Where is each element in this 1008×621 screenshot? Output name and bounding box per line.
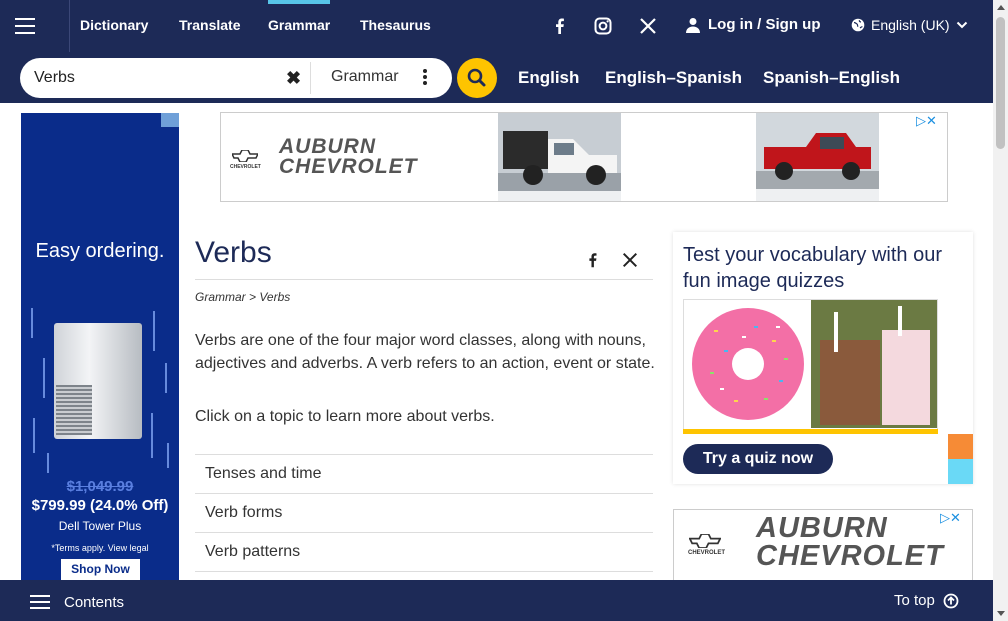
topic-verb-forms[interactable]: Verb forms <box>195 493 653 532</box>
prompt-paragraph: Click on a topic to learn more about ver… <box>195 408 495 425</box>
user-icon <box>686 17 700 33</box>
language-selector[interactable]: English (UK) <box>851 17 968 33</box>
title-divider <box>195 279 653 280</box>
search-button[interactable] <box>457 58 497 98</box>
side-ad-brand: CHEVROLET <box>688 550 726 556</box>
side-ad-dealer-line2: CHEVROLET <box>756 539 944 572</box>
bottom-bar: Contents To top <box>0 580 993 621</box>
intro-paragraph: Verbs are one of the four major word cla… <box>195 332 655 372</box>
contents-menu-icon <box>30 591 50 613</box>
feedback-tab-cyan[interactable] <box>948 459 973 484</box>
menu-icon[interactable] <box>0 0 70 52</box>
scroll-up-arrow-icon[interactable] <box>997 5 1005 10</box>
quiz-accent-bottom <box>683 429 938 434</box>
dict-link-english[interactable]: English <box>518 68 579 88</box>
share-x-icon[interactable] <box>621 251 639 269</box>
pickup-image <box>756 113 879 201</box>
search-input[interactable] <box>34 66 274 90</box>
contents-button[interactable]: Contents <box>30 591 124 613</box>
dictionary-select[interactable]: Grammar <box>331 68 399 86</box>
scrollbar[interactable] <box>993 0 1008 621</box>
to-top-button[interactable]: To top <box>894 592 959 609</box>
quiz-food-image <box>684 300 937 428</box>
page: Dictionary Translate Grammar Thesaurus L… <box>0 0 1008 621</box>
more-icon[interactable] <box>422 69 428 87</box>
scroll-thumb[interactable] <box>996 17 1005 149</box>
side-ad-dealer: AUBURN CHEVROLET <box>756 512 944 572</box>
side-ad-choices-icon[interactable]: ▷✕ <box>940 510 961 526</box>
contents-label: Contents <box>64 593 125 611</box>
nav-dictionary[interactable]: Dictionary <box>80 17 148 33</box>
scroll-down-arrow-icon[interactable] <box>997 611 1005 616</box>
login-link[interactable]: Log in / Sign up <box>686 16 820 33</box>
try-quiz-button[interactable]: Try a quiz now <box>683 444 833 474</box>
facebook-icon[interactable] <box>550 16 570 36</box>
language-label: English (UK) <box>871 17 950 33</box>
side-chevrolet-logo-icon <box>689 534 721 548</box>
chevron-down-icon <box>956 21 967 29</box>
ad-old-price: $1,049.99 <box>66 478 134 495</box>
search-icon <box>467 68 486 87</box>
banner-dealer-line2: CHEVROLET <box>279 154 418 178</box>
left-advert[interactable]: Easy ordering. $1,049.99 $799.99 (24.0% … <box>21 113 179 580</box>
search-bar: ✖ Grammar English English–Spanish Spanis… <box>0 52 993 103</box>
nav-active-indicator <box>268 0 330 4</box>
feedback-tab-orange[interactable] <box>948 434 973 459</box>
quiz-image[interactable] <box>683 299 938 434</box>
quiz-title: Test your vocabulary with our fun image … <box>683 244 943 292</box>
globe-icon <box>851 18 865 32</box>
banner-dealer-line1: AUBURN <box>279 135 376 158</box>
dict-link-english-spanish[interactable]: English–Spanish <box>605 68 742 88</box>
share-facebook-icon[interactable] <box>584 251 602 269</box>
page-title: Verbs <box>195 236 272 269</box>
truck-image <box>498 113 621 201</box>
ad-new-price: $799.99 (24.0% Off) <box>31 497 169 514</box>
topic-list-end <box>195 571 653 572</box>
x-icon[interactable] <box>638 16 658 36</box>
ad-product-name: Dell Tower Plus <box>58 519 142 533</box>
ad-terms[interactable]: *Terms apply. View legal <box>21 543 179 553</box>
desktop-tower-image <box>54 323 142 439</box>
ad-choices-icon[interactable]: ▷✕ <box>916 113 937 129</box>
top-nav: Dictionary Translate Grammar Thesaurus L… <box>0 0 993 52</box>
nav-thesaurus[interactable]: Thesaurus <box>360 17 431 33</box>
banner-brand: CHEVROLET <box>230 164 261 170</box>
quiz-widget: Test your vocabulary with our fun image … <box>673 232 973 484</box>
search-divider <box>310 62 311 94</box>
banner-dealer: AUBURN CHEVROLET <box>279 135 418 178</box>
nav-translate[interactable]: Translate <box>179 17 240 33</box>
ad-headline: Easy ordering. <box>35 240 165 262</box>
side-ad-dealer-line1: AUBURN <box>756 512 888 544</box>
login-label: Log in / Sign up <box>708 16 821 33</box>
ad-shop-button[interactable]: Shop Now <box>61 559 140 580</box>
side-advert[interactable]: CHEVROLET AUBURN CHEVROLET ▷✕ <box>673 509 973 589</box>
search-box: ✖ Grammar <box>20 58 452 98</box>
breadcrumb[interactable]: Grammar > Verbs <box>195 290 290 304</box>
clear-icon[interactable]: ✖ <box>286 69 302 87</box>
to-top-label: To top <box>894 592 935 609</box>
product-image <box>21 303 179 473</box>
chevrolet-logo-icon <box>232 150 258 162</box>
dict-link-spanish-english[interactable]: Spanish–English <box>763 68 900 88</box>
instagram-icon[interactable] <box>593 16 613 36</box>
topic-tenses-and-time[interactable]: Tenses and time <box>195 454 653 493</box>
topic-verb-patterns[interactable]: Verb patterns <box>195 532 653 571</box>
arrow-up-circle-icon <box>943 593 959 608</box>
nav-grammar[interactable]: Grammar <box>268 17 330 33</box>
ad-corner-marker[interactable] <box>161 113 179 127</box>
banner-advert[interactable]: CHEVROLET AUBURN CHEVROLET ▷✕ <box>220 112 948 202</box>
